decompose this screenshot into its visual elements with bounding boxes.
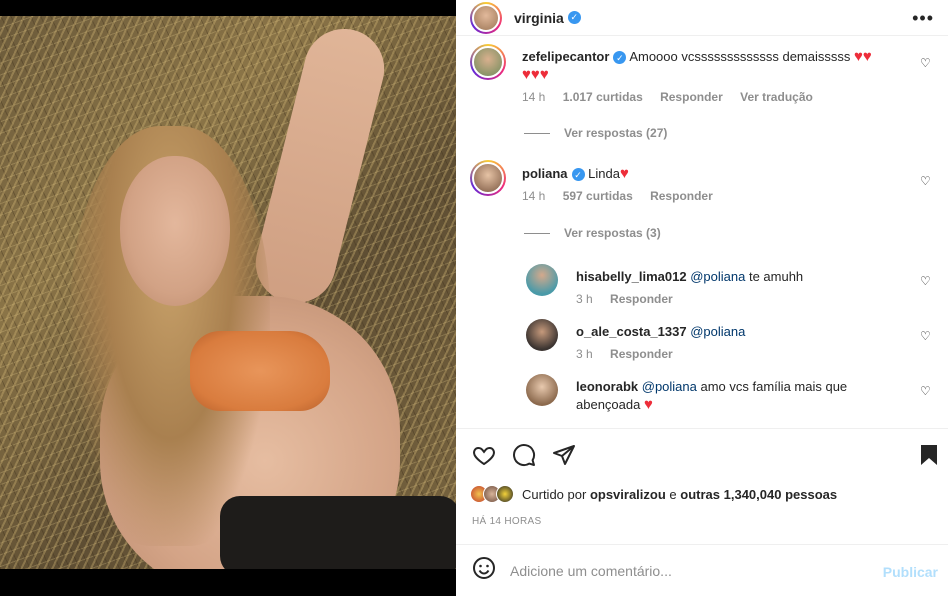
reply-button[interactable]: Responder <box>660 90 723 104</box>
heart-emoji: ♥ <box>619 165 629 182</box>
more-options-icon[interactable]: ••• <box>912 8 934 29</box>
share-icon[interactable] <box>552 443 576 473</box>
commenter-avatar <box>472 46 504 78</box>
mention-link[interactable]: @poliana <box>690 269 745 284</box>
replies-divider <box>524 132 550 134</box>
comment-likes[interactable]: 1.017 curtidas <box>563 90 643 104</box>
liked-by-user[interactable]: opsviralizou <box>590 487 666 502</box>
comment-icon[interactable] <box>512 443 536 473</box>
photo-bandana-top <box>190 331 330 411</box>
replier-avatar[interactable] <box>526 319 558 351</box>
comment-text: Amoooo vcsssssssssssss demaisssss <box>629 49 851 64</box>
reply-username[interactable]: hisabelly_lima012 <box>576 269 687 284</box>
mention-link[interactable]: @poliana <box>642 379 697 394</box>
post-side-panel: virginia ✓ ••• zefelipecantor ✓ Amoooo vc… <box>456 0 948 596</box>
author-username[interactable]: virginia <box>514 10 564 26</box>
view-replies-button[interactable]: Ver respostas (3) <box>524 226 661 240</box>
liked-by-row: Curtido por opsviralizou e outras 1,340,… <box>470 485 837 503</box>
heart-emoji: ♥ <box>643 396 653 413</box>
comment-text: Linda <box>588 166 620 181</box>
liked-by-prefix: Curtido por <box>522 486 587 502</box>
view-replies-button[interactable]: Ver respostas (27) <box>524 126 667 140</box>
translate-button[interactable]: Ver tradução <box>740 90 813 104</box>
author-avatar <box>472 3 500 32</box>
post-time-ago[interactable]: HÁ 14 HORAS <box>472 516 541 527</box>
post-actions: Curtido por opsviralizou e outras 1,340,… <box>456 428 948 544</box>
post-photo[interactable] <box>0 16 456 569</box>
heart-emoji: ♥♥♥ <box>522 66 549 83</box>
like-comment-icon[interactable]: ♡ <box>920 384 932 398</box>
reply-text: te amuhh <box>748 269 804 284</box>
reply-button[interactable]: Responder <box>610 347 673 361</box>
comment-time[interactable]: 14 h <box>522 189 545 203</box>
like-comment-icon[interactable]: ♡ <box>920 329 932 343</box>
replies-divider <box>524 232 550 234</box>
like-comment-icon[interactable]: ♡ <box>920 274 932 288</box>
comment-input[interactable] <box>510 562 870 579</box>
reply-button[interactable]: Responder <box>610 292 673 306</box>
reply-username[interactable]: o_ale_costa_1337 <box>576 324 687 339</box>
view-replies-label: Ver respostas (3) <box>564 226 661 240</box>
mention-link[interactable]: @poliana <box>690 324 745 339</box>
reply-time[interactable]: 3 h <box>576 292 593 306</box>
reply-text-continued: abençoada <box>576 397 641 412</box>
like-comment-icon[interactable]: ♡ <box>920 174 932 188</box>
post-header: virginia ✓ ••• <box>456 0 948 36</box>
like-comment-icon[interactable]: ♡ <box>920 56 932 70</box>
comment-time[interactable]: 14 h <box>522 90 545 104</box>
reply-username[interactable]: leonorabk <box>576 379 638 394</box>
reply-button[interactable]: Responder <box>650 189 713 203</box>
heart-emoji: ♥♥ <box>854 48 872 65</box>
replier-avatar[interactable] <box>526 374 558 406</box>
comment-likes[interactable]: 597 curtidas <box>563 189 633 203</box>
reply-text: amo vcs família mais que <box>700 379 848 394</box>
replier-avatar[interactable] <box>526 264 558 296</box>
save-bookmark-icon[interactable] <box>918 443 940 473</box>
comments-list[interactable]: zefelipecantor ✓ Amoooo vcsssssssssssss d… <box>456 36 948 426</box>
commenter-avatar-ring[interactable] <box>470 44 506 80</box>
emoji-icon[interactable] <box>472 556 496 586</box>
comment-username[interactable]: poliana <box>522 166 568 181</box>
liked-by-others[interactable]: outras 1,340,040 pessoas <box>680 487 837 502</box>
like-icon[interactable] <box>472 443 496 473</box>
liker-avatars <box>470 485 514 503</box>
photo-pants <box>220 496 456 569</box>
verified-icon: ✓ <box>567 11 581 24</box>
author-avatar-ring[interactable] <box>470 1 502 34</box>
reply-time[interactable]: 3 h <box>576 347 593 361</box>
publish-button[interactable]: Publicar <box>883 564 938 580</box>
commenter-avatar <box>472 162 504 194</box>
commenter-avatar-ring[interactable] <box>470 160 506 196</box>
view-replies-label: Ver respostas (27) <box>564 126 668 140</box>
liked-by-middle: e <box>669 486 677 502</box>
verified-icon: ✓ <box>571 168 585 182</box>
verified-icon: ✓ <box>613 51 627 65</box>
photo-face <box>120 156 230 306</box>
liker-avatar[interactable] <box>496 485 514 503</box>
add-comment-bar: Publicar <box>456 544 948 596</box>
comment-username[interactable]: zefelipecantor <box>522 49 609 64</box>
